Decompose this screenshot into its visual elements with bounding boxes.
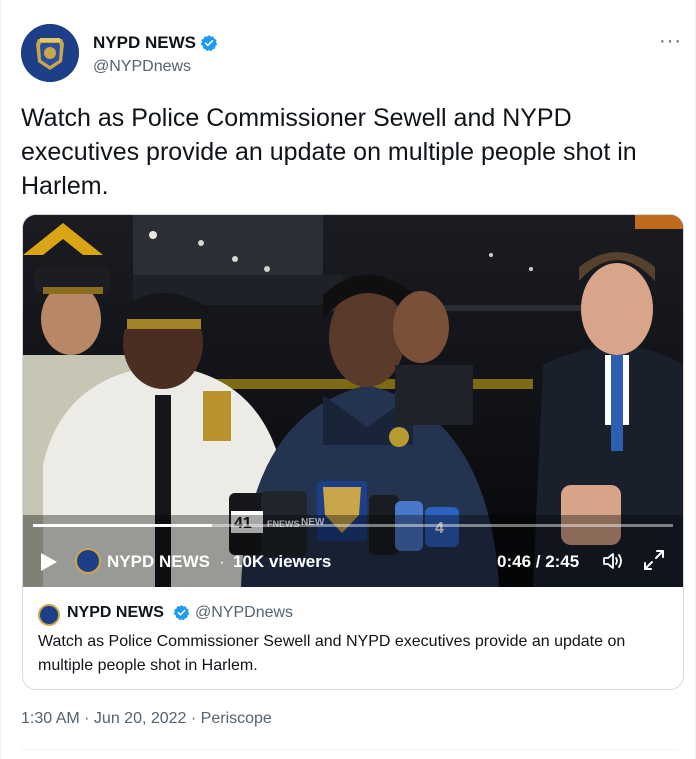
author-name-row[interactable]: NYPD NEWS — [93, 33, 218, 53]
verified-badge-icon — [173, 605, 190, 621]
channel-avatar[interactable] — [75, 548, 101, 574]
divider — [21, 749, 677, 750]
play-icon[interactable] — [37, 551, 59, 573]
verified-badge-icon — [200, 35, 218, 52]
card-text: Watch as Police Commissioner Sewell and … — [38, 633, 626, 674]
card-display-name[interactable]: NYPD NEWS — [67, 604, 164, 622]
video-player[interactable]: 41 FNEWS NEW 4 NYPD NEWS · 10K viewers 0… — [23, 215, 683, 587]
more-options-icon[interactable]: ··· — [659, 30, 682, 53]
channel-name[interactable]: NYPD NEWS — [107, 552, 210, 572]
volume-icon[interactable] — [601, 549, 625, 573]
fullscreen-icon[interactable] — [643, 549, 665, 571]
playback-time: 0:46 / 2:45 — [497, 552, 580, 571]
card-meta[interactable]: NYPD NEWS @NYPDnews Watch as Police Comm… — [23, 587, 683, 689]
video-frame: 41 FNEWS NEW 4 — [23, 215, 683, 587]
separator: · — [219, 552, 225, 571]
progress-bar[interactable] — [33, 524, 673, 527]
viewer-count: 10K viewers — [233, 552, 332, 571]
card-handle[interactable]: @NYPDnews — [195, 604, 293, 622]
tweet-meta[interactable]: 1:30 AM · Jun 20, 2022 · Periscope — [21, 710, 272, 728]
author-handle[interactable]: @NYPDnews — [93, 58, 191, 76]
video-card[interactable]: 41 FNEWS NEW 4 NYPD NEWS · 10K viewers 0… — [22, 214, 684, 690]
card-avatar[interactable] — [38, 604, 60, 626]
avatar[interactable] — [21, 24, 79, 82]
author-display-name[interactable]: NYPD NEWS — [93, 33, 196, 53]
progress-fill — [33, 524, 212, 527]
tweet-text: Watch as Police Commissioner Sewell and … — [21, 104, 637, 200]
nypd-badge-icon — [21, 24, 79, 82]
tweet: NYPD NEWS @NYPDnews ··· Watch as Police … — [0, 0, 696, 759]
video-controls: NYPD NEWS · 10K viewers 0:46 / 2:45 — [23, 535, 683, 587]
